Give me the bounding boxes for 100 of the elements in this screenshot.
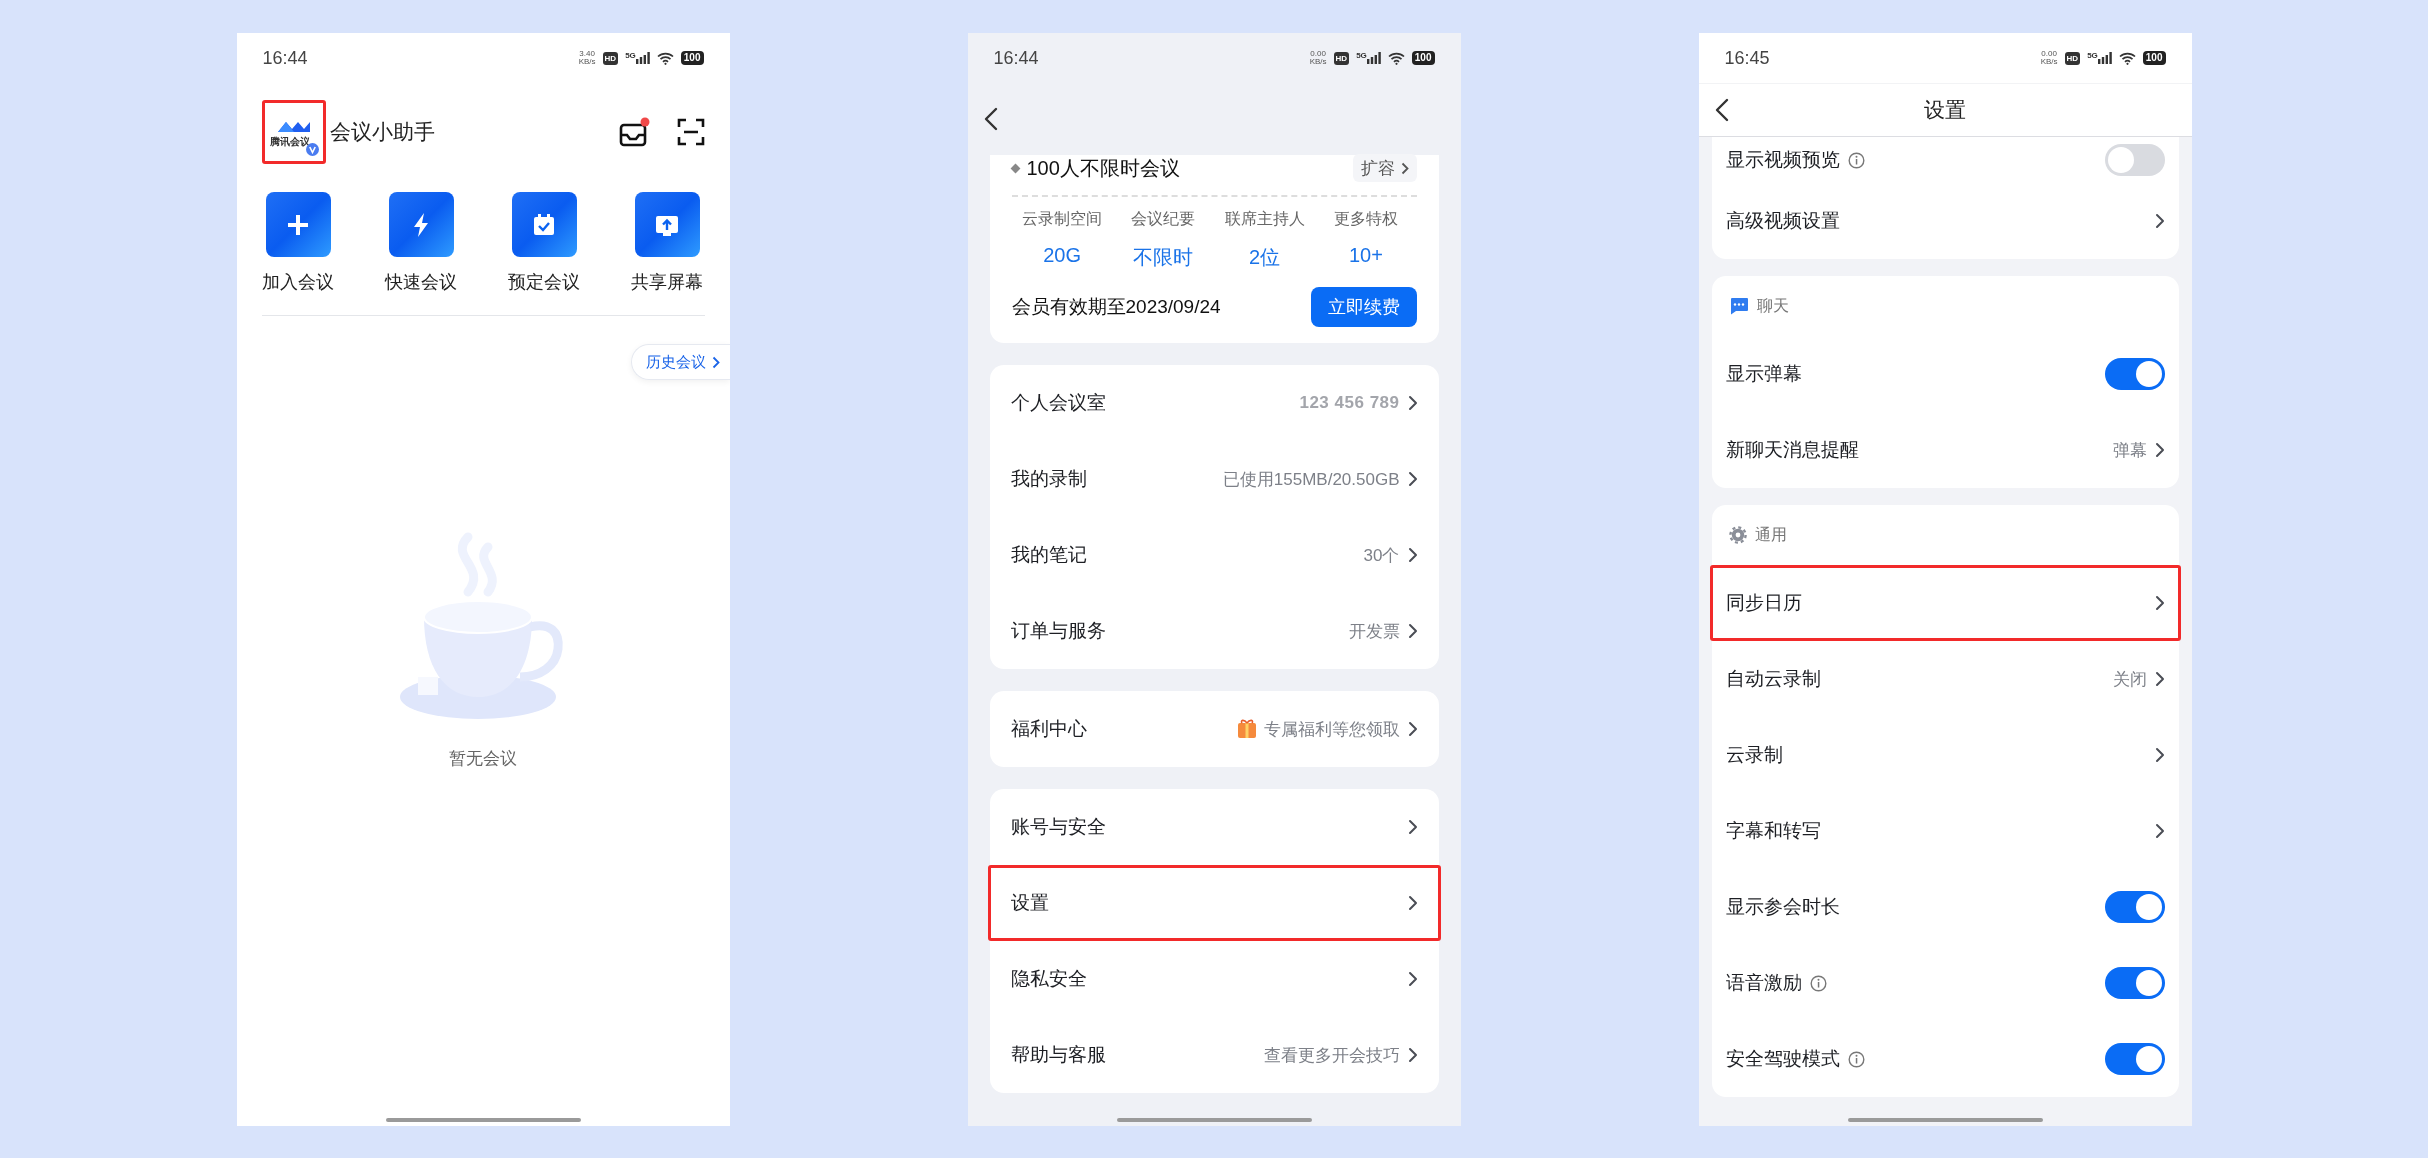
settings-row[interactable]: 新聊天消息提醒 弹幕 xyxy=(1709,412,2181,488)
network-type: 5G xyxy=(2087,52,2098,60)
stat-label: 云录制空间 xyxy=(1021,209,1104,229)
assistant-title: 会议小助手 xyxy=(329,119,436,145)
chevron-right-icon xyxy=(2154,671,2165,687)
row-label: 安全驾驶模式 xyxy=(1725,1047,1840,1071)
chevron-right-icon xyxy=(1407,721,1418,737)
row-label: 个人会议室 xyxy=(1010,391,1106,415)
chevron-right-icon xyxy=(1407,971,1418,987)
row-value: 弹幕 xyxy=(2112,439,2147,462)
row-value: 专属福利等您领取 xyxy=(1263,718,1400,741)
lightning-icon xyxy=(388,192,454,257)
info-icon[interactable] xyxy=(1847,151,1865,169)
settings-row[interactable]: 显示弹幕 xyxy=(1709,336,2181,412)
row-label: 隐私安全 xyxy=(1010,967,1087,991)
row-label: 帮助与客服 xyxy=(1010,1043,1106,1067)
settings-row[interactable]: 云录制 xyxy=(1709,717,2181,793)
quick-action-button[interactable]: 预定会议 xyxy=(482,192,606,294)
toggle-switch[interactable] xyxy=(2104,891,2165,923)
settings-row[interactable]: 隐私安全 xyxy=(987,941,1441,1017)
stat-label: 会议纪要 xyxy=(1130,209,1197,229)
toggle-switch[interactable] xyxy=(2104,358,2165,390)
settings-row[interactable]: 显示视频预览 xyxy=(1709,137,2181,183)
settings-row[interactable]: 语音激励 xyxy=(1709,945,2181,1021)
row-value: 关闭 xyxy=(2112,668,2147,691)
settings-row[interactable]: 字幕和转写 xyxy=(1709,793,2181,869)
settings-row[interactable]: 帮助与客服 查看更多开会技巧 xyxy=(987,1017,1441,1093)
renew-button[interactable]: 立即续费 xyxy=(1310,287,1417,327)
plus-icon xyxy=(265,192,331,257)
info-icon[interactable] xyxy=(1847,1050,1865,1068)
plan-name: 100人不限时会议 xyxy=(1026,155,1181,181)
row-label: 我的笔记 xyxy=(1010,543,1087,567)
wifi-icon xyxy=(656,51,674,65)
row-value: 123 456 789 xyxy=(1299,393,1400,413)
section-label: 聊天 xyxy=(1756,295,1789,316)
battery-level: 100 xyxy=(2142,51,2166,65)
info-icon[interactable] xyxy=(1809,974,1827,992)
chevron-right-icon xyxy=(2154,823,2165,839)
hd-badge: HD xyxy=(1333,51,1350,65)
stat-value: 不限时 xyxy=(1132,245,1195,270)
row-label: 显示弹幕 xyxy=(1725,362,1802,386)
wifi-icon xyxy=(1387,51,1405,65)
chevron-right-icon xyxy=(1407,623,1418,639)
chevron-right-icon xyxy=(1407,1047,1418,1063)
back-icon[interactable] xyxy=(983,107,998,131)
calendar-icon xyxy=(511,192,577,257)
row-label: 新聊天消息提醒 xyxy=(1725,438,1859,462)
inbox-icon[interactable] xyxy=(618,117,651,147)
toggle-switch[interactable] xyxy=(2104,967,2165,999)
chevron-right-icon xyxy=(1400,161,1409,175)
settings-row[interactable]: 订单与服务 开发票 xyxy=(987,593,1441,669)
upgrade-button[interactable]: 扩容 xyxy=(1352,154,1417,182)
row-label: 设置 xyxy=(1010,891,1049,915)
section-label: 通用 xyxy=(1754,524,1787,545)
battery-level: 100 xyxy=(680,51,704,65)
settings-row[interactable]: 安全驾驶模式 xyxy=(1709,1021,2181,1097)
page-title: 设置 xyxy=(1924,97,1966,123)
network-speed: 3.40 xyxy=(578,50,596,58)
quick-action-button[interactable]: 共享屏幕 xyxy=(605,192,729,294)
chevron-right-icon xyxy=(2154,595,2165,611)
chat-icon xyxy=(1728,297,1749,315)
toggle-switch[interactable] xyxy=(2104,1043,2165,1075)
chevron-right-icon xyxy=(1407,395,1418,411)
chevron-right-icon xyxy=(2154,442,2165,458)
stat-label: 联席主持人 xyxy=(1223,209,1306,229)
stat-value: 2位 xyxy=(1248,245,1282,270)
speed-unit: KB/s xyxy=(1309,58,1327,66)
quick-action-button[interactable]: 加入会议 xyxy=(236,192,360,294)
settings-row[interactable]: 福利中心 专属福利等您领取 xyxy=(987,691,1441,767)
stat-label: 更多特权 xyxy=(1332,209,1399,229)
row-label: 同步日历 xyxy=(1725,591,1802,615)
settings-row[interactable]: 自动云录制 关闭 xyxy=(1709,641,2181,717)
chevron-right-icon xyxy=(1407,895,1418,911)
chevron-right-icon xyxy=(2154,747,2165,763)
wifi-icon xyxy=(2118,51,2136,65)
settings-row[interactable]: 显示参会时长 xyxy=(1709,869,2181,945)
settings-row[interactable]: 账号与安全 xyxy=(987,789,1441,865)
row-label: 显示参会时长 xyxy=(1725,895,1840,919)
bullet-icon xyxy=(1010,163,1020,173)
settings-row[interactable]: 我的笔记 30个 xyxy=(987,517,1441,593)
row-value: 查看更多开会技巧 xyxy=(1263,1044,1400,1067)
back-icon[interactable] xyxy=(1714,98,1729,122)
settings-row[interactable]: 个人会议室 123 456 789 xyxy=(987,365,1441,441)
settings-row[interactable]: 同步日历 xyxy=(1709,565,2181,641)
row-label: 高级视频设置 xyxy=(1725,209,1840,233)
quick-action-button[interactable]: 快速会议 xyxy=(359,192,483,294)
clock-time: 16:44 xyxy=(262,47,308,69)
scan-icon[interactable] xyxy=(676,118,705,146)
toggle-switch[interactable] xyxy=(2104,144,2165,176)
hd-badge: HD xyxy=(2064,51,2081,65)
settings-row[interactable]: 设置 xyxy=(987,865,1441,941)
app-logo[interactable]: 腾讯会议 xyxy=(261,100,326,164)
gift-icon xyxy=(1235,718,1258,740)
speed-unit: KB/s xyxy=(578,58,596,66)
chevron-right-icon xyxy=(711,355,720,369)
settings-row[interactable]: 我的录制 已使用155MB/20.50GB xyxy=(987,441,1441,517)
chevron-right-icon xyxy=(1407,819,1418,835)
screen-share-icon xyxy=(634,192,700,257)
clock-time: 16:44 xyxy=(993,47,1039,69)
settings-row[interactable]: 高级视频设置 xyxy=(1709,183,2181,259)
